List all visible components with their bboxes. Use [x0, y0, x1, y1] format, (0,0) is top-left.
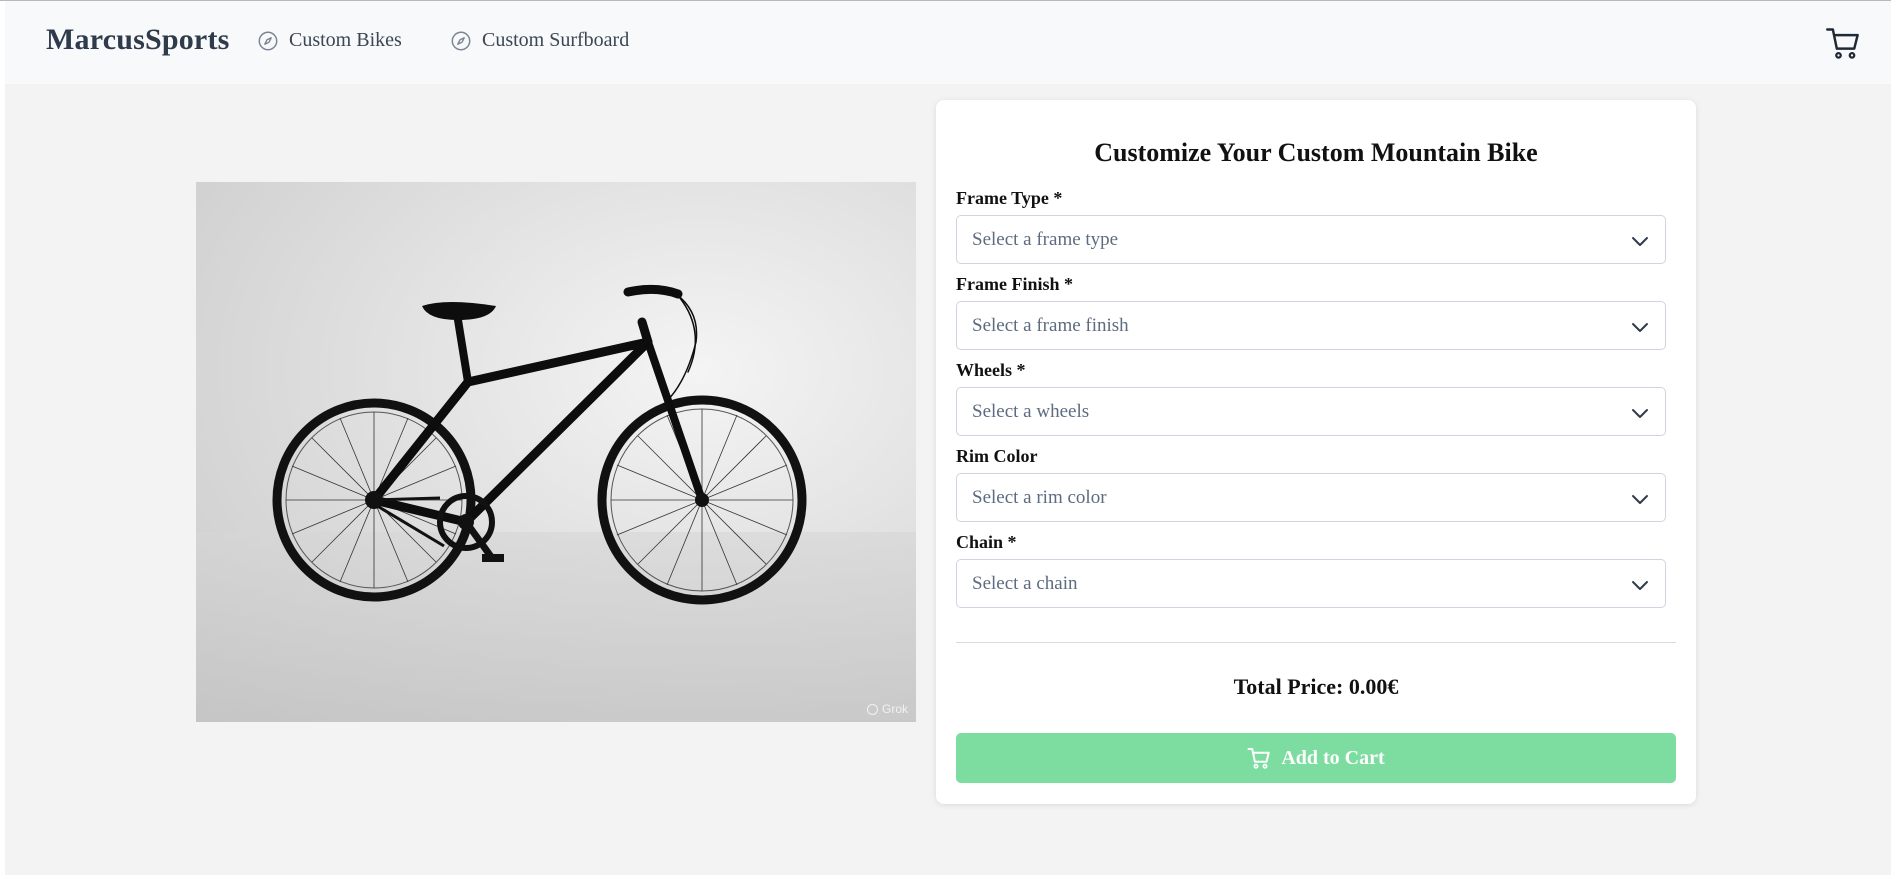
- wheels-select[interactable]: Select a wheels: [956, 387, 1666, 436]
- cart-icon: [1247, 748, 1271, 769]
- compass-icon: [451, 31, 471, 50]
- chevron-down-icon: [1632, 323, 1648, 332]
- frame-finish-placeholder: Select a frame finish: [972, 314, 1129, 336]
- brand-logo[interactable]: MarcusSports: [46, 23, 230, 57]
- divider: [956, 642, 1676, 643]
- watermark-text: Grok: [881, 702, 908, 716]
- rim-color-placeholder: Select a rim color: [972, 486, 1107, 508]
- frame-type-select[interactable]: Select a frame type: [956, 215, 1666, 264]
- rim-color-label: Rim Color: [956, 446, 1038, 466]
- frame-finish-label: Frame Finish *: [956, 274, 1073, 294]
- chevron-down-icon: [1632, 409, 1648, 418]
- chain-label: Chain *: [956, 532, 1017, 552]
- configurator-card: Customize Your Custom Mountain Bike Fram…: [936, 100, 1696, 804]
- add-to-cart-label: Add to Cart: [1281, 746, 1385, 769]
- image-watermark: Grok: [866, 702, 908, 716]
- configurator-title: Customize Your Custom Mountain Bike: [1094, 138, 1538, 167]
- add-to-cart-button[interactable]: Add to Cart: [956, 733, 1676, 783]
- nav-custom-bikes[interactable]: Custom Bikes: [257, 29, 402, 52]
- product-image: Grok: [196, 182, 916, 722]
- frame-finish-select[interactable]: Select a frame finish: [956, 301, 1666, 350]
- watermark-logo-icon: [866, 703, 878, 715]
- chevron-down-icon: [1632, 495, 1648, 504]
- nav-custom-surfboard[interactable]: Custom Surfboard: [450, 29, 629, 52]
- compass-icon: [258, 31, 278, 50]
- nav-custom-surfboard-label: Custom Surfboard: [482, 29, 630, 51]
- nav-custom-bikes-label: Custom Bikes: [289, 29, 402, 51]
- frame-type-label: Frame Type *: [956, 188, 1063, 208]
- frame-type-placeholder: Select a frame type: [972, 228, 1119, 250]
- cart-icon[interactable]: [1825, 25, 1861, 61]
- wheels-label: Wheels *: [956, 360, 1026, 380]
- chain-placeholder: Select a chain: [972, 572, 1078, 594]
- wheels-placeholder: Select a wheels: [972, 400, 1090, 422]
- chevron-down-icon: [1632, 237, 1648, 246]
- rim-color-select[interactable]: Select a rim color: [956, 473, 1666, 522]
- bike-illustration: [272, 284, 807, 605]
- top-navbar: MarcusSports Custom Bikes Custom Surfboa…: [5, 1, 1891, 84]
- window-edge: [0, 1, 5, 875]
- chevron-down-icon: [1632, 581, 1648, 590]
- total-price: Total Price: 0.00€: [1233, 674, 1399, 699]
- chain-select[interactable]: Select a chain: [956, 559, 1666, 608]
